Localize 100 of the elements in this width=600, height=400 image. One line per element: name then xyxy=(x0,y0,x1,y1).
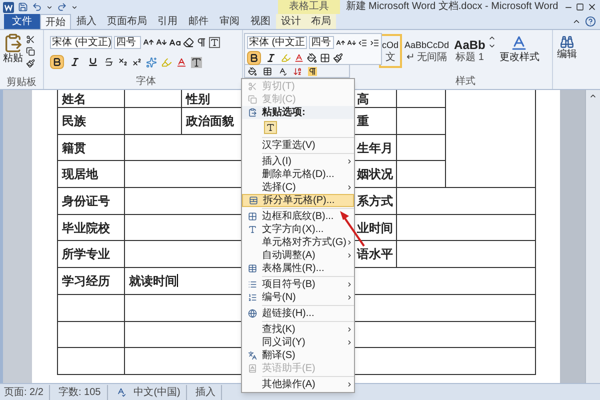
strikethrough-icon[interactable] xyxy=(104,57,114,67)
ribbon-tab[interactable]: 开始 xyxy=(40,14,71,29)
scroll-down-icon[interactable] xyxy=(488,42,496,50)
bold-icon xyxy=(52,57,62,67)
font-name-field[interactable]: 宋体 (中文正) xyxy=(50,36,112,49)
clear-formatting-icon[interactable] xyxy=(183,37,194,48)
menu-item[interactable]: 编号(N) xyxy=(242,291,354,304)
ribbon-tab[interactable]: 邮件 xyxy=(183,14,214,29)
table-cell xyxy=(397,134,446,162)
ribbon-tab[interactable]: 布局 xyxy=(306,14,336,29)
menu-item[interactable]: 同义词(Y) xyxy=(242,336,354,349)
status-item[interactable]: 中文(中国) xyxy=(134,384,188,400)
group-label: 剪贴板 xyxy=(6,77,38,89)
grow-font-icon[interactable] xyxy=(336,38,345,48)
superscript-icon[interactable] xyxy=(132,57,142,67)
proofing-icon[interactable] xyxy=(116,387,126,397)
ribbon-tab[interactable]: 引用 xyxy=(152,14,183,29)
menu-item[interactable]: 其他操作(A) xyxy=(242,378,354,391)
status-item[interactable]: 页面: 2/2 xyxy=(4,384,50,400)
scroll-up-icon[interactable] xyxy=(589,92,597,100)
change-case-icon[interactable] xyxy=(169,36,181,48)
menu-item-icon xyxy=(248,364,256,373)
menu-section-header: 粘贴选项: xyxy=(262,106,306,120)
shading-icon[interactable] xyxy=(248,66,257,76)
style-tile[interactable]: AaBb 标题 1 xyxy=(452,34,488,68)
paste-button[interactable]: 粘贴 xyxy=(3,53,23,65)
ribbon-tab[interactable]: 文件 xyxy=(4,14,40,29)
character-shading-icon[interactable] xyxy=(191,56,202,68)
text-effects-icon[interactable] xyxy=(146,56,157,68)
font-color-icon[interactable] xyxy=(176,56,187,68)
style-preview: AaBb xyxy=(454,38,486,52)
table-cell: 学习经历 xyxy=(58,268,125,295)
format-painter-icon[interactable] xyxy=(333,53,343,63)
table-cell xyxy=(397,161,446,188)
menu-item-icon xyxy=(248,264,256,273)
sort-icon[interactable] xyxy=(293,66,302,76)
ribbon-tab[interactable]: 设计 xyxy=(276,14,306,29)
menu-item[interactable]: 翻译(S) xyxy=(242,349,354,362)
word-app-icon[interactable] xyxy=(3,2,14,12)
table-cell: 籍贯 xyxy=(58,134,125,162)
redo-icon[interactable] xyxy=(57,2,67,12)
status-item[interactable]: 字数: 105 xyxy=(58,384,108,400)
table-cell: 姓名 xyxy=(58,90,125,108)
scroll-up-icon[interactable] xyxy=(488,34,496,42)
font-size-field[interactable]: 四号 xyxy=(114,36,141,49)
bold-button[interactable] xyxy=(50,55,64,69)
paste-icon[interactable] xyxy=(3,33,23,53)
shrink-font-icon[interactable] xyxy=(156,37,167,48)
undo-icon[interactable] xyxy=(32,2,42,12)
table-cell xyxy=(397,90,446,108)
find-icon[interactable] xyxy=(560,35,574,49)
ribbon-tab[interactable]: 视图 xyxy=(245,14,276,29)
close-icon[interactable] xyxy=(587,2,597,12)
status-item[interactable]: 插入 xyxy=(195,384,222,400)
dropdown-icon[interactable] xyxy=(46,4,53,10)
save-icon[interactable] xyxy=(18,2,28,12)
grow-font-icon[interactable] xyxy=(143,37,154,48)
change-styles-button[interactable]: 更改样式 xyxy=(499,52,540,64)
menu-item[interactable]: 项目符号(B) xyxy=(242,278,354,291)
shrink-font-icon[interactable] xyxy=(347,38,356,48)
menu-item[interactable]: 超链接(H)... xyxy=(242,307,354,320)
style-name: ↵ 无间隔 xyxy=(406,52,448,64)
decrease-indent-icon[interactable] xyxy=(358,38,368,48)
font-size-field[interactable]: 四号 xyxy=(309,36,334,49)
style-preview: AaBbCcDd xyxy=(404,39,450,52)
table-cell xyxy=(125,90,182,108)
change-styles-icon[interactable] xyxy=(510,34,528,52)
style-tile[interactable]: AaBbCcDd ↵ 无间隔 xyxy=(402,34,452,68)
underline-button[interactable] xyxy=(86,55,100,69)
copy-icon[interactable] xyxy=(26,47,35,56)
maximize-icon[interactable] xyxy=(576,3,584,11)
character-border-icon[interactable] xyxy=(209,37,220,48)
shading-icon[interactable] xyxy=(307,53,317,63)
contextual-tab-header: 表格工具 xyxy=(278,0,340,14)
menu-item-icon xyxy=(248,280,256,289)
help-icon[interactable] xyxy=(585,16,596,27)
ribbon-tab[interactable]: 页面布局 xyxy=(102,14,152,29)
show-marks-icon[interactable] xyxy=(308,66,317,76)
editing-button[interactable]: 编辑 xyxy=(557,49,577,61)
ribbon-tab[interactable]: 插入 xyxy=(71,14,102,29)
increase-indent-icon[interactable] xyxy=(370,38,380,48)
menu-item[interactable]: 查找(K) xyxy=(242,323,354,336)
menu-item-icon xyxy=(248,309,256,318)
ribbon-tab[interactable]: 审阅 xyxy=(214,14,245,29)
customize-icon[interactable] xyxy=(71,4,78,10)
font-color-icon[interactable] xyxy=(294,53,304,63)
cut-icon[interactable] xyxy=(26,35,35,44)
borders-icon[interactable] xyxy=(320,53,330,63)
collapse-ribbon-icon[interactable] xyxy=(572,17,581,26)
menu-item[interactable]: 拆分单元格(P)... xyxy=(242,194,354,207)
menu-item-icon xyxy=(248,225,256,234)
keep-text-only-icon[interactable] xyxy=(264,121,277,134)
insert-table-icon[interactable] xyxy=(263,66,272,76)
font-name-field[interactable]: 宋体 (中文正 xyxy=(247,36,308,49)
format-painter-icon[interactable] xyxy=(26,59,35,68)
subscript-icon[interactable] xyxy=(118,57,128,67)
phonetic-icon[interactable] xyxy=(196,37,207,48)
spelling-icon[interactable] xyxy=(278,66,287,76)
vertical-scrollbar[interactable] xyxy=(585,90,600,383)
bold-button[interactable] xyxy=(247,51,261,65)
